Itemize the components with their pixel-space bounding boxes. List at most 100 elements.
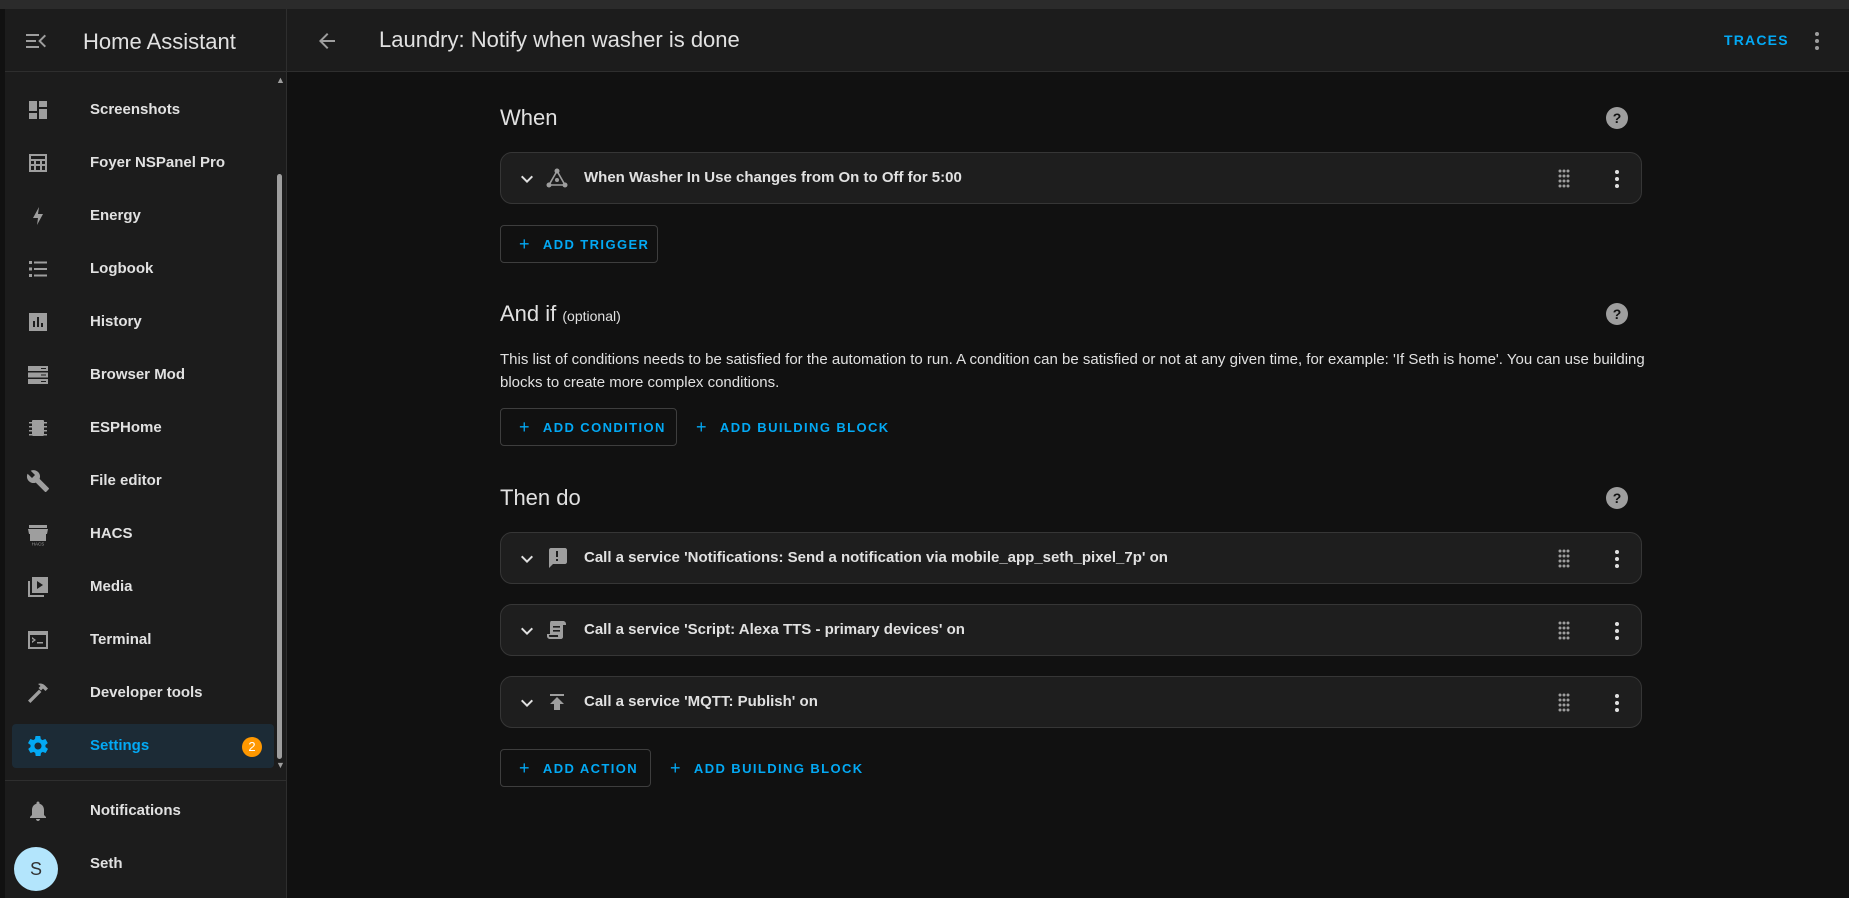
svg-text:?: ? xyxy=(1613,306,1622,322)
sidebar-item-user[interactable]: Seth xyxy=(12,842,274,886)
sidebar-item-media[interactable]: Media xyxy=(12,565,274,609)
calculator-grid-icon xyxy=(26,151,50,175)
lightning-icon xyxy=(26,204,50,228)
back-arrow-icon[interactable] xyxy=(315,29,339,53)
script-icon xyxy=(545,618,569,642)
drag-handle-icon[interactable] xyxy=(1553,548,1575,570)
store-icon: HACS xyxy=(26,522,50,546)
drag-handle-icon[interactable] xyxy=(1553,168,1575,190)
sidebar-item-terminal[interactable]: Terminal xyxy=(12,618,274,662)
sidebar-item-label: Foyer NSPanel Pro xyxy=(90,154,226,171)
svg-text:?: ? xyxy=(1613,110,1622,126)
sidebar-item-label: Notifications xyxy=(90,802,181,819)
plus-icon: + xyxy=(519,757,531,778)
more-vertical-icon[interactable] xyxy=(1605,691,1629,715)
sidebar-item-label: Media xyxy=(90,578,133,595)
sidebar-item-energy[interactable]: Energy xyxy=(12,194,274,238)
gear-icon xyxy=(26,734,50,758)
sidebar-item-notifications[interactable]: Notifications xyxy=(12,789,274,833)
bell-icon xyxy=(26,799,50,823)
add-condition-button[interactable]: + ADD CONDITION xyxy=(500,408,677,446)
scroll-up-arrow[interactable]: ▲ xyxy=(276,75,285,85)
sidebar-item-foyer-nspanel-pro[interactable]: Foyer NSPanel Pro xyxy=(12,141,274,185)
trigger-label: When Washer In Use changes from On to Of… xyxy=(584,169,962,186)
optional-label: (optional) xyxy=(562,308,621,324)
message-alert-icon xyxy=(545,546,569,570)
sidebar-item-label: File editor xyxy=(90,472,162,489)
sidebar-divider xyxy=(5,780,286,781)
action-row[interactable]: Call a service 'Notifications: Send a no… xyxy=(500,532,1642,584)
trigger-row[interactable]: When Washer In Use changes from On to Of… xyxy=(500,152,1642,204)
chip-icon xyxy=(26,416,50,440)
sidebar-item-label: Developer tools xyxy=(90,684,203,701)
sidebar-item-settings[interactable]: Settings 2 xyxy=(12,724,274,768)
sidebar-item-browser-mod[interactable]: Browser Mod xyxy=(12,353,274,397)
more-vertical-icon[interactable] xyxy=(1605,547,1629,571)
help-circle-icon[interactable]: ? xyxy=(1605,106,1629,130)
plus-icon: + xyxy=(519,233,531,254)
traces-button[interactable]: TRACES xyxy=(1724,32,1789,48)
app-title: Home Assistant xyxy=(83,29,236,54)
help-circle-icon[interactable]: ? xyxy=(1605,486,1629,510)
action-label: Call a service 'MQTT: Publish' on xyxy=(584,693,818,710)
more-vertical-icon[interactable] xyxy=(1605,619,1629,643)
sidebar-item-developer-tools[interactable]: Developer tools xyxy=(12,671,274,715)
add-building-block-button[interactable]: + ADD BUILDING BLOCK xyxy=(678,408,898,446)
publish-icon xyxy=(545,690,569,714)
help-circle-icon[interactable]: ? xyxy=(1605,302,1629,326)
sidebar-item-label: Settings xyxy=(90,737,150,754)
sidebar-item-label: Browser Mod xyxy=(90,366,186,383)
bar-chart-icon xyxy=(26,310,50,334)
svg-text:HACS: HACS xyxy=(32,542,45,547)
page-title: Laundry: Notify when washer is done xyxy=(379,27,740,52)
chevron-down-icon[interactable] xyxy=(515,691,539,715)
sidebar-item-hacs[interactable]: HACS HACS xyxy=(12,512,274,556)
sidebar-item-label: History xyxy=(90,313,142,330)
sidebar: Home Assistant ▲ Screenshots Foyer NSPan… xyxy=(5,9,287,898)
console-icon xyxy=(26,628,50,652)
more-vertical-icon[interactable] xyxy=(1805,29,1829,53)
sidebar-item-label: Logbook xyxy=(90,260,154,277)
plus-icon: + xyxy=(696,416,708,437)
wrench-icon xyxy=(26,469,50,493)
sidebar-item-esphome[interactable]: ESPHome xyxy=(12,406,274,450)
sidebar-item-file-editor[interactable]: File editor xyxy=(12,459,274,503)
action-row[interactable]: Call a service 'Script: Alexa TTS - prim… xyxy=(500,604,1642,656)
plus-icon: + xyxy=(670,757,682,778)
conditions-description: This list of conditions needs to be sati… xyxy=(500,351,1645,391)
add-action-button[interactable]: + ADD ACTION xyxy=(500,749,651,787)
scroll-down-arrow[interactable]: ▼ xyxy=(276,760,285,770)
add-trigger-button[interactable]: + ADD TRIGGER xyxy=(500,225,658,263)
dashboard-icon xyxy=(26,98,50,122)
thendo-section-title: Then do xyxy=(500,485,581,510)
menu-collapse-icon[interactable] xyxy=(24,30,50,52)
andif-section-title: And if (optional) xyxy=(500,301,621,326)
sidebar-item-history[interactable]: History xyxy=(12,300,274,344)
sidebar-scrollbar[interactable] xyxy=(277,174,282,759)
sidebar-item-label: Screenshots xyxy=(90,101,181,118)
server-icon xyxy=(26,363,50,387)
sidebar-item-logbook[interactable]: Logbook xyxy=(12,247,274,291)
notification-badge: 2 xyxy=(242,737,262,757)
chevron-down-icon[interactable] xyxy=(515,547,539,571)
sidebar-item-label: HACS xyxy=(90,525,133,542)
drag-handle-icon[interactable] xyxy=(1553,692,1575,714)
more-vertical-icon[interactable] xyxy=(1605,167,1629,191)
state-trigger-icon xyxy=(545,166,569,190)
add-building-block-button[interactable]: + ADD BUILDING BLOCK xyxy=(652,749,872,787)
list-icon xyxy=(26,257,50,281)
drag-handle-icon[interactable] xyxy=(1553,620,1575,642)
when-section-title: When xyxy=(500,105,558,130)
play-box-icon xyxy=(26,575,50,599)
page-header: Laundry: Notify when washer is done TRAC… xyxy=(287,9,1849,72)
sidebar-item-label: ESPHome xyxy=(90,419,162,436)
action-label: Call a service 'Notifications: Send a no… xyxy=(584,549,1168,566)
sidebar-header: Home Assistant xyxy=(5,9,286,72)
sidebar-item-screenshots[interactable]: Screenshots xyxy=(12,88,274,132)
sidebar-item-label: Terminal xyxy=(90,631,152,648)
chevron-down-icon[interactable] xyxy=(515,167,539,191)
hammer-icon xyxy=(26,681,50,705)
action-row[interactable]: Call a service 'MQTT: Publish' on xyxy=(500,676,1642,728)
chevron-down-icon[interactable] xyxy=(515,619,539,643)
svg-text:?: ? xyxy=(1613,490,1622,506)
